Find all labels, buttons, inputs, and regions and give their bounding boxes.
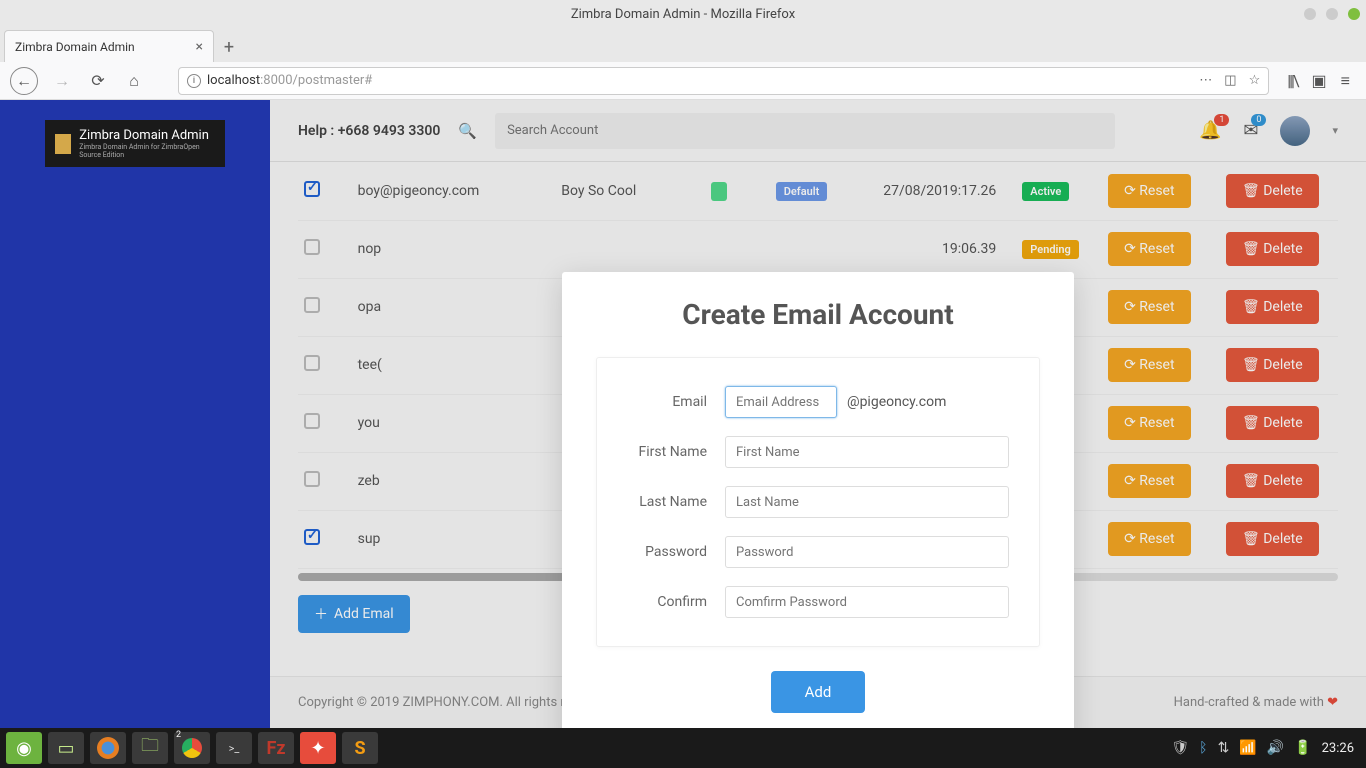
page-actions-icon[interactable]: ⋯: [1199, 73, 1212, 88]
bookmark-icon[interactable]: ☆: [1249, 73, 1261, 88]
taskbar-firefox-icon[interactable]: [90, 732, 126, 764]
url-text: localhost:8000/postmaster#: [207, 73, 372, 88]
window-title: Zimbra Domain Admin - Mozilla Firefox: [571, 7, 795, 22]
logo-text: Zimbra Domain Admin Zimbra Domain Admin …: [79, 128, 215, 159]
logo-icon: [55, 134, 71, 154]
email-field[interactable]: [725, 386, 837, 418]
label-firstname: First Name: [627, 444, 725, 460]
label-password: Password: [627, 544, 725, 560]
firstname-field[interactable]: [725, 436, 1009, 468]
new-tab-button[interactable]: +: [214, 32, 244, 62]
password-field[interactable]: [725, 536, 1009, 568]
home-button[interactable]: ⌂: [122, 69, 146, 93]
browser-tab[interactable]: Zimbra Domain Admin ×: [4, 30, 214, 62]
row-confirm: Confirm: [627, 586, 1009, 618]
reload-button[interactable]: ⟳: [86, 69, 110, 93]
tab-title: Zimbra Domain Admin: [15, 40, 196, 54]
row-email: Email @pigeoncy.com: [627, 386, 1009, 418]
taskbar-sublime-icon[interactable]: S: [342, 732, 378, 764]
label-confirm: Confirm: [627, 594, 725, 610]
taskbar-chrome-icon[interactable]: 2: [174, 732, 210, 764]
url-bar[interactable]: i localhost:8000/postmaster# ⋯ ◫ ☆: [178, 67, 1269, 95]
form-card: Email @pigeoncy.com First Name Last Name…: [596, 357, 1040, 647]
back-button[interactable]: ←: [10, 67, 38, 95]
network-icon[interactable]: ⇅: [1218, 740, 1230, 756]
modal-title: Create Email Account: [596, 298, 1040, 331]
lastname-field[interactable]: [725, 486, 1009, 518]
taskbar: ◉ ▭ 🗀 2 >_ Fz ✦ S 🛡 ᛒ ⇅ 📶 🔊 🔋 23:26: [0, 728, 1366, 768]
desktop-titlebar: Zimbra Domain Admin - Mozilla Firefox: [0, 0, 1366, 28]
confirm-field[interactable]: [725, 586, 1009, 618]
forward-button[interactable]: →: [50, 69, 74, 93]
readermode-icon[interactable]: ◫: [1224, 73, 1236, 88]
taskbar-menu-icon[interactable]: ◉: [6, 732, 42, 764]
row-lastname: Last Name: [627, 486, 1009, 518]
volume-icon[interactable]: 🔊: [1267, 740, 1284, 756]
row-firstname: First Name: [627, 436, 1009, 468]
taskbar-files-icon[interactable]: 🗀: [132, 732, 168, 764]
taskbar-terminal-icon[interactable]: >_: [216, 732, 252, 764]
menu-icon[interactable]: ≡: [1341, 71, 1350, 91]
sidebar: Zimbra Domain Admin Zimbra Domain Admin …: [0, 100, 270, 728]
system-tray: 🛡 ᛒ ⇅ 📶 🔊 🔋 23:26: [1171, 740, 1360, 756]
label-lastname: Last Name: [627, 494, 725, 510]
modal-add-button[interactable]: Add: [771, 671, 866, 713]
close-window-button[interactable]: [1348, 8, 1360, 20]
taskbar-desktop-icon[interactable]: ▭: [48, 732, 84, 764]
maximize-button[interactable]: [1326, 8, 1338, 20]
url-actions: ⋯ ◫ ☆: [1199, 73, 1260, 88]
clock[interactable]: 23:26: [1322, 741, 1360, 756]
domain-suffix: @pigeoncy.com: [847, 394, 946, 410]
tab-bar: Zimbra Domain Admin × +: [0, 28, 1366, 62]
battery-icon[interactable]: 🔋: [1294, 740, 1311, 756]
minimize-button[interactable]: [1304, 8, 1316, 20]
library-icon[interactable]: |||\: [1287, 71, 1297, 90]
toolbar-right: |||\ ▣ ≡: [1281, 71, 1356, 91]
taskbar-app-icon[interactable]: ✦: [300, 732, 336, 764]
label-email: Email: [627, 394, 725, 410]
logo[interactable]: Zimbra Domain Admin Zimbra Domain Admin …: [45, 120, 225, 167]
taskbar-filezilla-icon[interactable]: Fz: [258, 732, 294, 764]
row-password: Password: [627, 536, 1009, 568]
window-controls: [1304, 8, 1360, 20]
shield-icon[interactable]: 🛡: [1171, 740, 1189, 756]
browser-toolbar: ← → ⟳ ⌂ i localhost:8000/postmaster# ⋯ ◫…: [0, 62, 1366, 100]
viewport: Zimbra Domain Admin Zimbra Domain Admin …: [0, 100, 1366, 728]
wifi-icon[interactable]: 📶: [1239, 740, 1256, 756]
site-info-icon[interactable]: i: [187, 74, 201, 88]
bluetooth-icon[interactable]: ᛒ: [1199, 740, 1207, 756]
main: Help : +668 9493 3300 🔍 🔔1 ✉0 ▾ boy@pige…: [270, 100, 1366, 728]
create-account-modal: Create Email Account Email @pigeoncy.com…: [562, 272, 1074, 747]
tab-close-icon[interactable]: ×: [196, 39, 203, 55]
sidebar-toggle-icon[interactable]: ▣: [1312, 71, 1327, 90]
modal-actions: Add: [596, 671, 1040, 713]
